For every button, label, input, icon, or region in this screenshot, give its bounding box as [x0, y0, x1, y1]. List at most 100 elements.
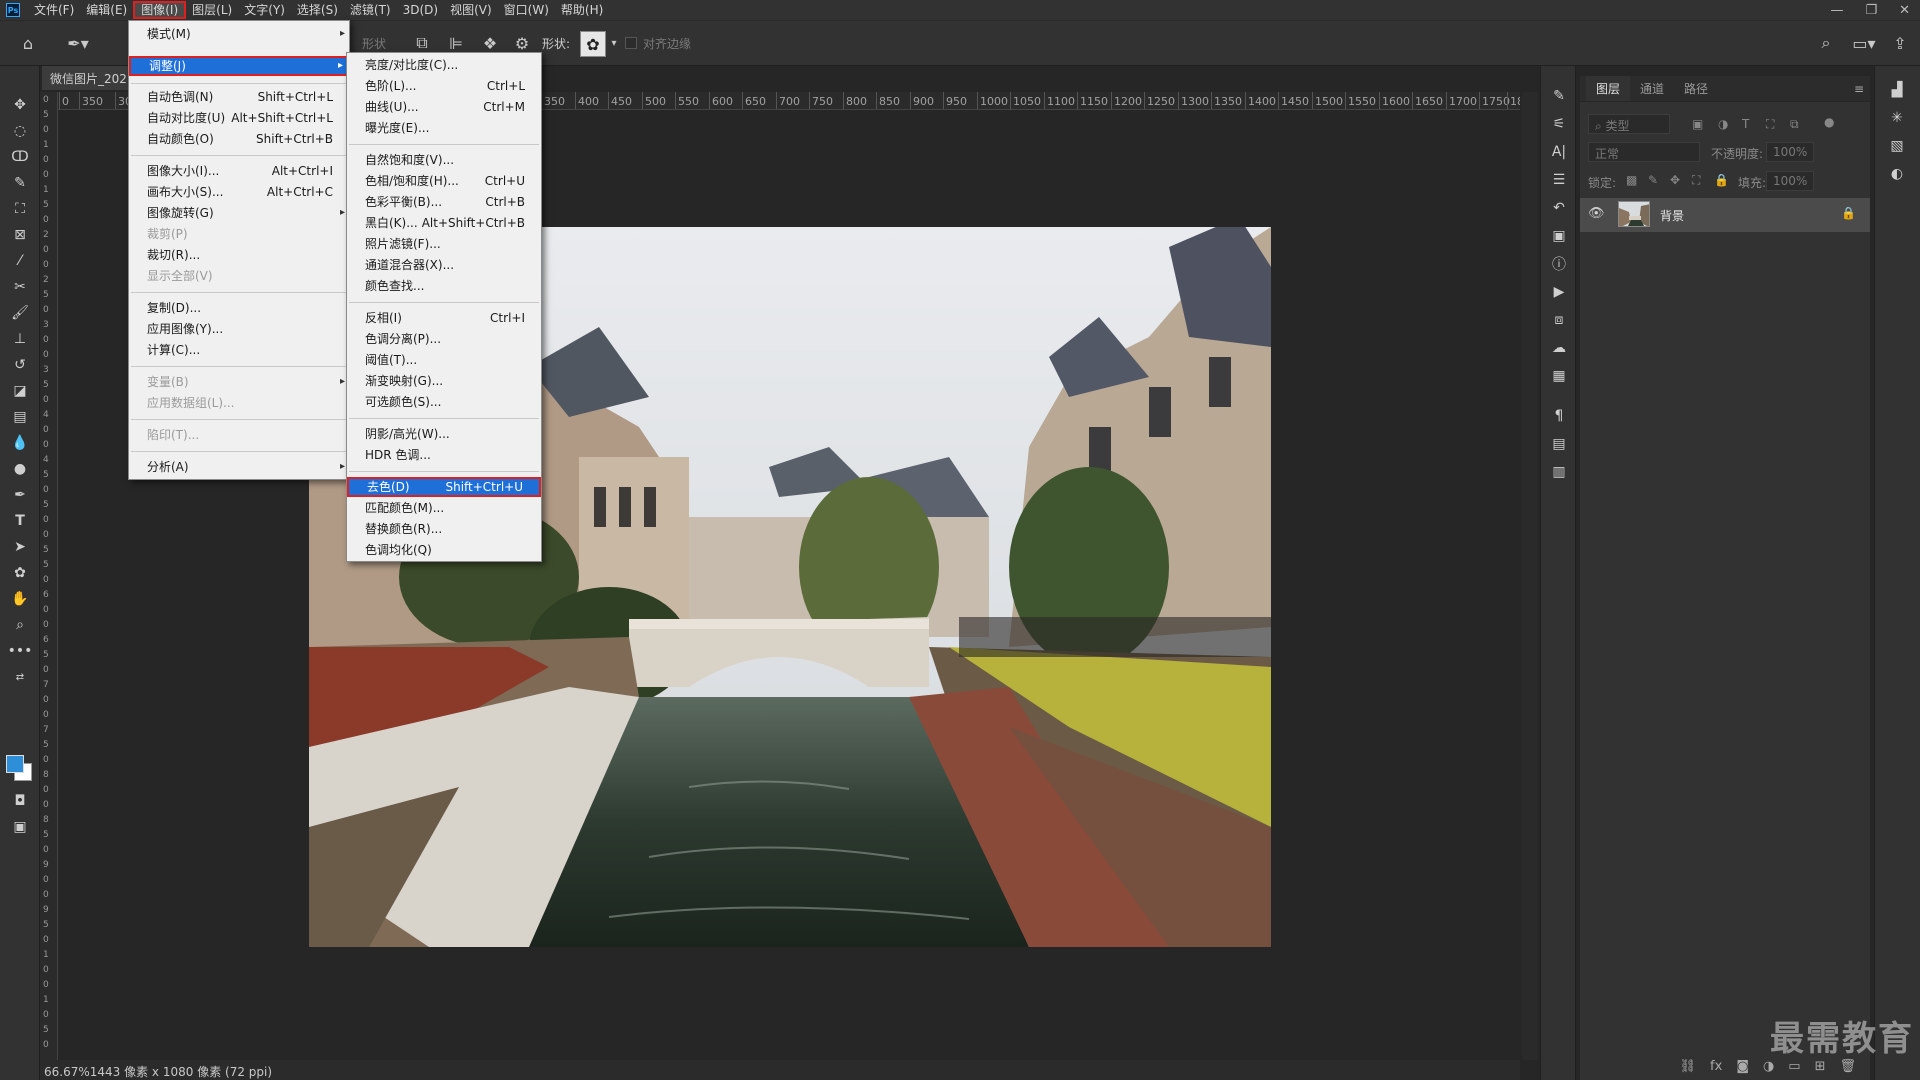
type-tool-icon[interactable]: T: [8, 510, 32, 532]
tab-layers[interactable]: 图层: [1586, 76, 1631, 101]
new-group-icon[interactable]: ▭: [1788, 1059, 1800, 1075]
blend-mode-select[interactable]: 正常: [1588, 142, 1700, 162]
gradient-tool-icon[interactable]: ▤: [8, 406, 32, 428]
foreground-color-swatch[interactable]: [6, 755, 24, 773]
frame-tool-icon[interactable]: ⊠: [8, 224, 32, 246]
image-menu-item[interactable]: 调整(J): [129, 56, 349, 76]
adjustment-menu-item[interactable]: 曲线(U)... Ctrl+M: [347, 97, 541, 117]
path-select-tool-icon[interactable]: ➤: [8, 536, 32, 558]
add-mask-icon[interactable]: ◙: [1736, 1059, 1749, 1075]
visibility-eye-icon[interactable]: 👁: [1588, 206, 1605, 221]
more-tools-icon[interactable]: •••: [8, 640, 33, 662]
menu-type[interactable]: 文字(Y): [238, 1, 291, 19]
actions-play-icon[interactable]: ▶: [1549, 282, 1569, 302]
home-icon[interactable]: ⌂: [14, 31, 42, 55]
navigator-icon[interactable]: ✳: [1887, 108, 1907, 128]
mode-label[interactable]: 形状: [362, 35, 386, 52]
close-icon[interactable]: ✕: [1899, 3, 1910, 18]
filter-toggle-icon[interactable]: ●: [1824, 115, 1834, 129]
color-icon[interactable]: ◐: [1887, 164, 1907, 184]
clone-stamp-tool-icon[interactable]: ⊥: [8, 328, 32, 350]
adjustment-menu-item[interactable]: 色调分离(P)...: [347, 329, 541, 349]
notes-icon[interactable]: ▥: [1549, 462, 1569, 482]
lock-position-icon[interactable]: ✥: [1670, 173, 1680, 187]
healing-tool-icon[interactable]: ✂: [8, 276, 32, 298]
smart-object-filter-icon[interactable]: ⧉: [1790, 117, 1799, 132]
history-icon[interactable]: ↶: [1549, 198, 1569, 218]
adjustment-menu-item[interactable]: 替换颜色(R)...: [347, 519, 541, 539]
menu-3d[interactable]: 3D(D): [397, 1, 444, 19]
lock-transparency-icon[interactable]: ▩: [1626, 173, 1637, 187]
panel-menu-icon[interactable]: ≡: [1854, 82, 1864, 96]
tab-paths[interactable]: 路径: [1674, 76, 1718, 101]
adjustment-menu-item[interactable]: HDR 色调...: [347, 445, 541, 465]
quick-mask-icon[interactable]: ◘: [8, 790, 32, 812]
image-menu-item[interactable]: 模式(M): [129, 24, 349, 44]
image-menu-item[interactable]: 自动对比度(U) Alt+Shift+Ctrl+L: [129, 108, 349, 128]
dodge-tool-icon[interactable]: ●: [8, 458, 32, 480]
adjustment-menu-item[interactable]: 亮度/对比度(C)...: [347, 55, 541, 75]
custom-shape-tool-icon[interactable]: ✿: [8, 562, 32, 584]
search-icon[interactable]: ⌕: [1816, 31, 1836, 55]
history-brush-tool-icon[interactable]: ↺: [8, 354, 32, 376]
paragraph-styles-icon[interactable]: ☰: [1549, 170, 1569, 190]
clone-source-icon[interactable]: ⧈: [1549, 310, 1569, 330]
image-menu-item[interactable]: 分析(A): [129, 457, 349, 477]
adjustment-menu-item[interactable]: 色调均化(Q): [347, 540, 541, 560]
menu-window[interactable]: 窗口(W): [498, 1, 555, 19]
eyedropper-tool-icon[interactable]: ⁄: [8, 250, 32, 272]
image-menu-item[interactable]: 裁切(R)...: [129, 245, 349, 265]
image-menu-item[interactable]: 图像旋转(G): [129, 203, 349, 223]
new-layer-icon[interactable]: ⊞: [1815, 1059, 1826, 1075]
hand-tool-icon[interactable]: ✋: [8, 588, 32, 610]
pen-tool-preset-icon[interactable]: ✒▾: [60, 31, 96, 55]
menu-filter[interactable]: 滤镜(T): [344, 1, 397, 19]
menu-edit[interactable]: 编辑(E): [80, 1, 133, 19]
lock-all-icon[interactable]: 🔒: [1714, 173, 1729, 187]
image-menu-item[interactable]: 画布大小(S)... Alt+Ctrl+C: [129, 182, 349, 202]
3d-icon[interactable]: ☁: [1549, 338, 1569, 358]
glyphs-icon[interactable]: ▤: [1549, 434, 1569, 454]
layer-lock-icon[interactable]: 🔒: [1841, 206, 1856, 220]
adjustment-menu-item[interactable]: 反相(I) Ctrl+I: [347, 308, 541, 328]
trash-icon[interactable]: 🗑: [1839, 1059, 1856, 1075]
tab-channels[interactable]: 通道: [1630, 76, 1674, 101]
layer-filter-select[interactable]: ⌕ 类型: [1588, 114, 1670, 134]
image-menu-item[interactable]: 计算(C)...: [129, 340, 349, 360]
menu-file[interactable]: 文件(F): [28, 1, 80, 19]
menu-layer[interactable]: 图层(L): [186, 1, 238, 19]
chevron-down-icon[interactable]: ▾: [608, 31, 620, 55]
vertical-scrollbar[interactable]: [1522, 92, 1538, 1060]
adjustment-filter-icon[interactable]: ◑: [1718, 117, 1728, 131]
fill-input[interactable]: 100%: [1766, 171, 1814, 191]
table-icon[interactable]: ▦: [1549, 366, 1569, 386]
adjustment-menu-item[interactable]: 色相/饱和度(H)... Ctrl+U: [347, 171, 541, 191]
quick-select-tool-icon[interactable]: ✎: [8, 172, 32, 194]
libraries-icon[interactable]: ▣: [1549, 226, 1569, 246]
shape-picker[interactable]: ✿: [580, 31, 606, 57]
minimize-icon[interactable]: —: [1830, 3, 1843, 18]
info-icon[interactable]: ⓘ: [1549, 254, 1569, 274]
adjustment-menu-item[interactable]: 通道混合器(X)...: [347, 255, 541, 275]
properties-icon[interactable]: ▧: [1887, 136, 1907, 156]
brush-tool-icon[interactable]: 🖌: [8, 302, 32, 324]
marquee-tool-icon[interactable]: ◌: [8, 120, 32, 142]
link-layers-icon[interactable]: ⛓: [1680, 1059, 1697, 1075]
adjustment-menu-item[interactable]: 阈值(T)...: [347, 350, 541, 370]
screen-mode-icon[interactable]: ▣: [8, 816, 32, 838]
adjustment-menu-item[interactable]: 曝光度(E)...: [347, 118, 541, 138]
workspace-icon[interactable]: ▭▾: [1850, 31, 1878, 55]
adjustment-menu-item[interactable]: 色阶(L)... Ctrl+L: [347, 76, 541, 96]
pen-tool-icon[interactable]: ✒: [8, 484, 32, 506]
lasso-tool-icon[interactable]: ↀ: [8, 146, 32, 168]
adjustment-menu-item[interactable]: 黑白(K)... Alt+Shift+Ctrl+B: [347, 213, 541, 233]
histogram-icon[interactable]: ▟: [1887, 80, 1907, 100]
image-menu-item[interactable]: 应用图像(Y)...: [129, 319, 349, 339]
restore-icon[interactable]: ❐: [1865, 3, 1877, 18]
swap-colors-icon[interactable]: ⇄: [8, 666, 32, 688]
image-menu-item[interactable]: 自动颜色(O) Shift+Ctrl+B: [129, 129, 349, 149]
shape-filter-icon[interactable]: ⛶: [1766, 117, 1774, 132]
layer-row[interactable]: 👁 背景 🔒: [1580, 198, 1870, 232]
image-menu-item[interactable]: 自动色调(N) Shift+Ctrl+L: [129, 87, 349, 107]
image-menu-item[interactable]: 图像大小(I)... Alt+Ctrl+I: [129, 161, 349, 181]
